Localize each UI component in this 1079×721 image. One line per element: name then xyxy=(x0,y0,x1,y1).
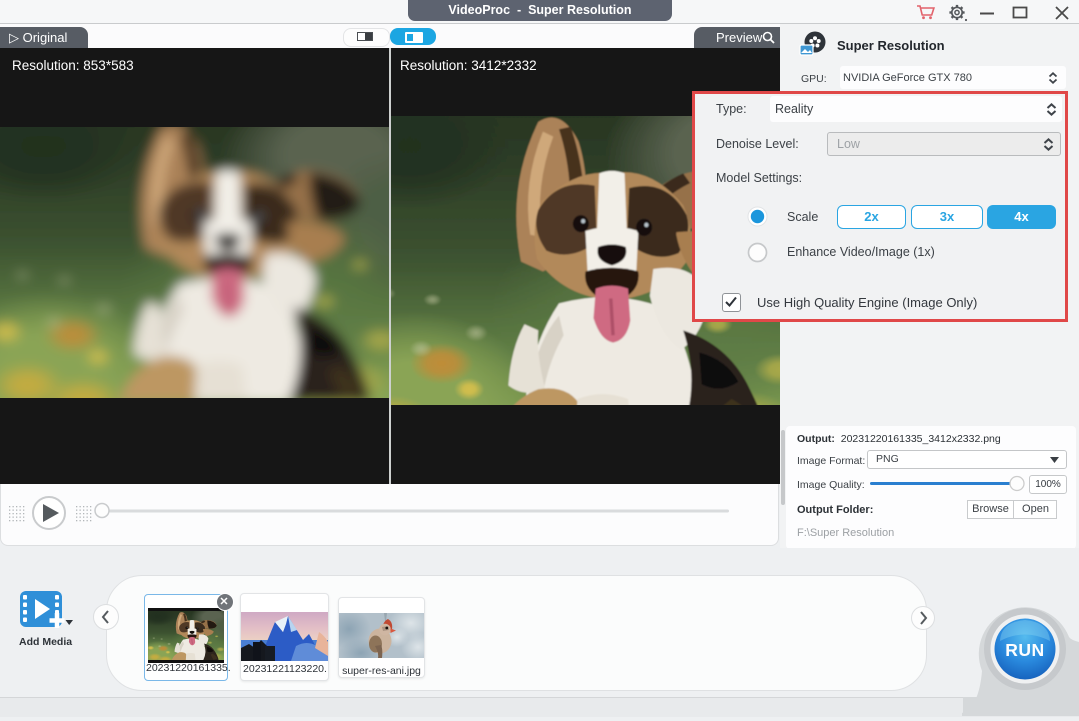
svg-text:RUN: RUN xyxy=(1005,640,1044,660)
